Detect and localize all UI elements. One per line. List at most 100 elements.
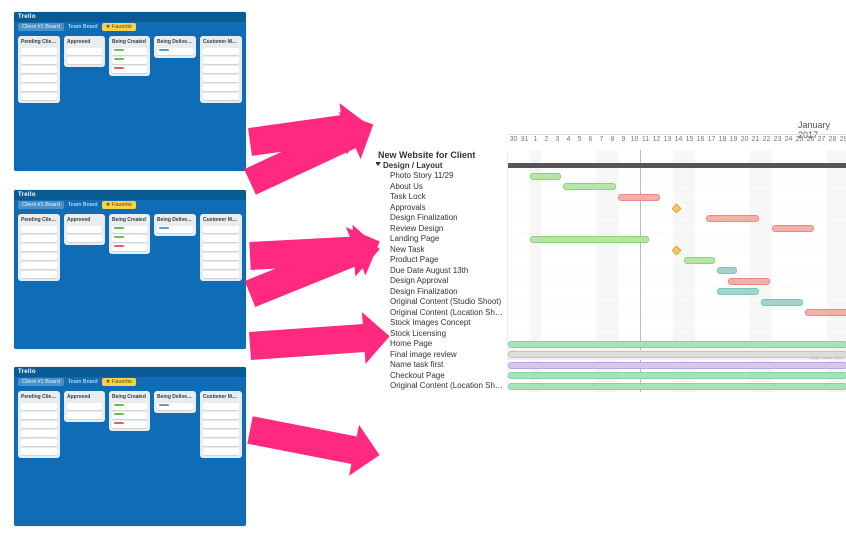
task-label[interactable]: Photo Story 11/29	[376, 171, 507, 182]
card[interactable]	[67, 235, 102, 242]
task-label[interactable]: Product Page	[376, 255, 507, 266]
star-button[interactable]: ★ Favorite	[102, 201, 136, 209]
task-label[interactable]: Design Approval	[376, 276, 507, 287]
card[interactable]	[203, 48, 239, 55]
task-bar[interactable]	[508, 383, 846, 390]
card[interactable]	[21, 448, 57, 455]
card[interactable]	[203, 84, 239, 91]
task-label[interactable]: Final image review	[376, 350, 507, 361]
card[interactable]	[112, 244, 147, 251]
list-column[interactable]: Approved	[64, 36, 105, 67]
card[interactable]	[157, 48, 193, 55]
card[interactable]	[21, 439, 57, 446]
star-button[interactable]: ★ Favorite	[102, 378, 136, 386]
task-label[interactable]: Design Finalization	[376, 213, 507, 224]
card[interactable]	[112, 57, 147, 64]
task-label[interactable]: New Task	[376, 245, 507, 256]
card[interactable]	[67, 57, 102, 64]
task-bar[interactable]	[805, 309, 846, 316]
list-column[interactable]: Pending Client Approval	[18, 214, 60, 281]
card[interactable]	[157, 403, 193, 410]
card[interactable]	[112, 403, 147, 410]
card[interactable]	[203, 93, 239, 100]
task-bar[interactable]	[684, 257, 715, 264]
list-column[interactable]: Pending Client Approval	[18, 36, 60, 103]
card[interactable]	[203, 235, 239, 242]
card[interactable]	[203, 253, 239, 260]
list-column[interactable]: Being Created	[109, 36, 150, 76]
card[interactable]	[112, 421, 147, 428]
task-label[interactable]: Home Page	[376, 339, 507, 350]
card[interactable]	[21, 412, 57, 419]
task-bar[interactable]	[618, 194, 660, 201]
card[interactable]	[203, 262, 239, 269]
card[interactable]	[203, 271, 239, 278]
group-label[interactable]: Design / Layout	[376, 161, 507, 172]
task-bar[interactable]	[563, 183, 616, 190]
task-bar[interactable]	[530, 173, 561, 180]
task-label[interactable]: Original Content (Location Shoot)	[376, 308, 507, 319]
task-label[interactable]: About Us	[376, 182, 507, 193]
task-bar[interactable]	[508, 341, 846, 348]
card[interactable]	[67, 403, 102, 410]
task-bar[interactable]	[508, 372, 846, 379]
task-bar[interactable]	[717, 288, 759, 295]
card[interactable]	[67, 226, 102, 233]
list-column[interactable]: Pending Client Approval	[18, 391, 60, 458]
card[interactable]	[203, 66, 239, 73]
board-name[interactable]: Client #1 Board	[18, 201, 64, 209]
card[interactable]	[203, 439, 239, 446]
task-label[interactable]: Approvals	[376, 203, 507, 214]
chevron-down-icon[interactable]	[376, 162, 381, 166]
card[interactable]	[203, 403, 239, 410]
card[interactable]	[112, 226, 147, 233]
task-label[interactable]: Landing Page	[376, 234, 507, 245]
card[interactable]	[203, 412, 239, 419]
card[interactable]	[203, 244, 239, 251]
card[interactable]	[21, 48, 57, 55]
card[interactable]	[203, 421, 239, 428]
list-column[interactable]: Being Delivered	[154, 36, 196, 58]
list-column[interactable]: Being Created	[109, 391, 150, 431]
card[interactable]	[21, 403, 57, 410]
list-column[interactable]: Being Delivered	[154, 214, 196, 236]
card[interactable]	[21, 235, 57, 242]
list-column[interactable]: Being Created	[109, 214, 150, 254]
task-bar[interactable]	[717, 267, 737, 274]
card[interactable]	[112, 48, 147, 55]
task-label[interactable]: Due Date August 13th	[376, 266, 507, 277]
task-bar[interactable]	[508, 351, 846, 358]
card[interactable]	[157, 226, 193, 233]
list-column[interactable]: Customer Meetings	[200, 214, 242, 281]
card[interactable]	[21, 430, 57, 437]
card[interactable]	[21, 57, 57, 64]
card[interactable]	[67, 48, 102, 55]
card[interactable]	[203, 430, 239, 437]
board-name[interactable]: Client #1 Board	[18, 23, 64, 31]
task-label[interactable]: Design Finalization	[376, 287, 507, 298]
task-label[interactable]: Task Lock	[376, 192, 507, 203]
board-name[interactable]: Client #1 Board	[18, 378, 64, 386]
card[interactable]	[203, 57, 239, 64]
task-bar[interactable]	[530, 236, 649, 243]
card[interactable]	[203, 75, 239, 82]
task-label[interactable]: Name task first	[376, 360, 507, 371]
card[interactable]	[203, 226, 239, 233]
list-column[interactable]: Approved	[64, 391, 105, 422]
card[interactable]	[21, 93, 57, 100]
card[interactable]	[21, 84, 57, 91]
card[interactable]	[21, 244, 57, 251]
card[interactable]	[203, 448, 239, 455]
card[interactable]	[112, 412, 147, 419]
task-label[interactable]: Stock Licensing	[376, 329, 507, 340]
card[interactable]	[21, 75, 57, 82]
task-bar[interactable]	[728, 278, 770, 285]
list-column[interactable]: Approved	[64, 214, 105, 245]
card[interactable]	[21, 253, 57, 260]
card[interactable]	[21, 421, 57, 428]
task-label[interactable]: Original Content (Studio Shoot)	[376, 297, 507, 308]
card[interactable]	[21, 226, 57, 233]
milestone-diamond[interactable]	[672, 245, 682, 255]
milestone-diamond[interactable]	[672, 203, 682, 213]
star-button[interactable]: ★ Favorite	[102, 23, 136, 31]
